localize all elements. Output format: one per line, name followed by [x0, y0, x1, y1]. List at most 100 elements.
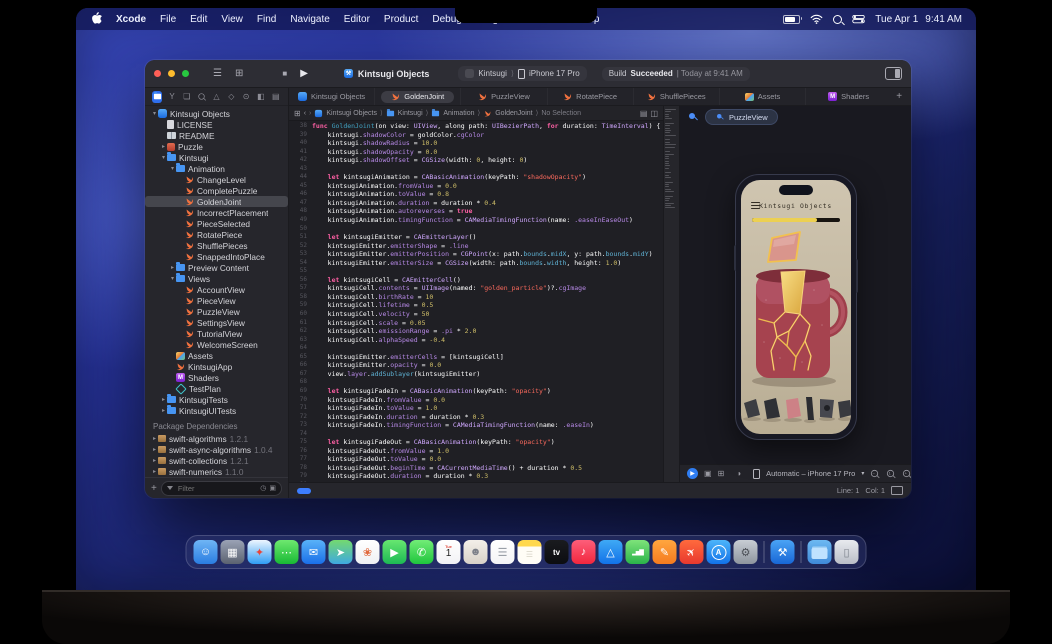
- disclosure-icon[interactable]: ▾: [169, 275, 176, 282]
- pin-icon[interactable]: [688, 112, 698, 122]
- tab-shaders[interactable]: MShaders: [805, 88, 891, 105]
- phone-icon[interactable]: ✆: [410, 540, 434, 564]
- add-file-button[interactable]: +: [151, 483, 157, 494]
- reports-navigator-icon[interactable]: ▤: [271, 91, 281, 103]
- xcode-icon[interactable]: ⚒: [771, 540, 795, 564]
- tab-puzzleview[interactable]: PuzzleView: [460, 88, 546, 105]
- breakpoints-navigator-icon[interactable]: ◧: [256, 91, 266, 103]
- disclosure-icon[interactable]: ▾: [160, 154, 167, 161]
- filter-input[interactable]: [176, 483, 240, 494]
- zoom-out-icon[interactable]: −: [870, 469, 879, 478]
- menu-item-find[interactable]: Find: [250, 14, 283, 25]
- debug-navigator-icon[interactable]: ⊙: [241, 91, 251, 103]
- rocket-icon[interactable]: ✈: [680, 540, 704, 564]
- system-settings-icon[interactable]: ⚙: [734, 540, 758, 564]
- disclosure-icon[interactable]: ▸: [160, 396, 167, 403]
- source-editor[interactable]: ⊞ ‹ › Kintsugi Objects⟩Kintsugi⟩Animatio…: [289, 106, 663, 482]
- source-control-navigator-icon[interactable]: Y: [167, 91, 177, 103]
- maps-icon[interactable]: ➤: [329, 540, 353, 564]
- disclosure-icon[interactable]: ▾: [169, 165, 176, 172]
- music-icon[interactable]: ♪: [572, 540, 596, 564]
- keyboard-icon[interactable]: [891, 486, 903, 495]
- package-item-swift-numerics[interactable]: ▸swift-numerics1.1.0: [145, 466, 288, 477]
- trash-icon[interactable]: ▯: [835, 540, 859, 564]
- run-button[interactable]: ▶: [297, 68, 311, 80]
- menu-item-view[interactable]: View: [214, 14, 250, 25]
- minimap[interactable]: [663, 106, 680, 482]
- forward-icon[interactable]: ›: [309, 110, 311, 117]
- filter-recent-icon[interactable]: ◷: [260, 484, 266, 492]
- package-item-swift-collections[interactable]: ▸swift-collections1.2.1: [145, 455, 288, 466]
- preview-pin-pill[interactable]: PuzzleView: [705, 109, 778, 125]
- breadcrumb-item-kintsugi[interactable]: Kintsugi: [386, 110, 423, 117]
- split-editor-icon[interactable]: ◫: [650, 109, 658, 118]
- breadcrumb-item-no-selection[interactable]: No Selection: [541, 110, 581, 117]
- close-button[interactable]: [154, 70, 161, 77]
- disclosure-icon[interactable]: ▸: [160, 407, 167, 414]
- messages-icon[interactable]: ⋯: [275, 540, 299, 564]
- control-center-icon[interactable]: [852, 14, 865, 24]
- sidebar-item-kintsugiuitests[interactable]: ▸KintsugiUITests: [145, 405, 288, 416]
- sidebar-item-testplan[interactable]: TestPlan: [145, 383, 288, 394]
- sidebar-item-pieceselected[interactable]: PieceSelected: [145, 218, 288, 229]
- editor-layout-icon[interactable]: [885, 67, 902, 80]
- pages-icon[interactable]: ✎: [653, 540, 677, 564]
- breadcrumb-item-kintsugi-objects[interactable]: Kintsugi Objects: [314, 109, 377, 118]
- sidebar-item-preview-content[interactable]: ▸Preview Content: [145, 262, 288, 273]
- menu-item-file[interactable]: File: [153, 14, 183, 25]
- launchpad-icon[interactable]: ▦: [221, 540, 245, 564]
- tab-rotatepiece[interactable]: RotatePiece: [547, 88, 633, 105]
- zoom-button[interactable]: [182, 70, 189, 77]
- disclosure-icon[interactable]: ▸: [160, 143, 167, 150]
- numbers-icon[interactable]: ▂▅▇: [626, 540, 650, 564]
- tv-icon[interactable]: tv: [545, 540, 569, 564]
- package-item-swift-algorithms[interactable]: ▸swift-algorithms1.2.1: [145, 433, 288, 444]
- bookmarks-navigator-icon[interactable]: ❏: [182, 91, 192, 103]
- filter-scm-icon[interactable]: ▣: [269, 484, 276, 492]
- zoom-in-icon[interactable]: +: [902, 469, 911, 478]
- minimize-button[interactable]: [168, 70, 175, 77]
- contacts-icon[interactable]: ☻: [464, 540, 488, 564]
- find-navigator-icon[interactable]: [196, 91, 206, 103]
- sidebar-item-kintsugitests[interactable]: ▸KintsugiTests: [145, 394, 288, 405]
- preview-destination[interactable]: Automatic – iPhone 17 Pro: [766, 469, 855, 478]
- mail-icon[interactable]: ✉: [302, 540, 326, 564]
- breadcrumb-item-goldenjoint[interactable]: GoldenJoint: [483, 109, 532, 118]
- tab-goldenjoint[interactable]: GoldenJoint: [374, 88, 460, 105]
- menu-item-product[interactable]: Product: [377, 14, 425, 25]
- tab-assets[interactable]: Assets: [719, 88, 805, 105]
- sidebar-item-pieceview[interactable]: PieceView: [145, 295, 288, 306]
- code-area[interactable]: 38func GoldenJoint(on view: UIView, alon…: [289, 121, 663, 482]
- sidebar-item-shaders[interactable]: MShaders: [145, 372, 288, 383]
- photos-icon[interactable]: ❀: [356, 540, 380, 564]
- sidebar-item-assets[interactable]: Assets: [145, 350, 288, 361]
- device-settings-icon[interactable]: ▣: [704, 470, 712, 478]
- sidebar-item-license[interactable]: LICENSE: [145, 119, 288, 130]
- sidebar-item-kintsugi[interactable]: ▾Kintsugi: [145, 152, 288, 163]
- sidebar-item-completepuzzle[interactable]: CompletePuzzle: [145, 185, 288, 196]
- stop-button[interactable]: ■: [279, 69, 290, 79]
- battery-icon[interactable]: [783, 15, 800, 24]
- package-item-swift-async-algorithms[interactable]: ▸swift-async-algorithms1.0.4: [145, 444, 288, 455]
- notes-icon[interactable]: ☰: [518, 540, 542, 564]
- scheme-selector[interactable]: Kintsugi ⟩ iPhone 17 Pro: [458, 66, 586, 81]
- activity-status[interactable]: Build Succeeded | Today at 9:41 AM: [602, 67, 750, 81]
- apple-menu[interactable]: [90, 12, 109, 27]
- sidebar-item-views[interactable]: ▾Views: [145, 273, 288, 284]
- back-icon[interactable]: ‹: [304, 110, 306, 117]
- tab-kintsugi-objects[interactable]: Kintsugi Objects: [289, 88, 374, 105]
- app-store-icon[interactable]: A: [707, 540, 731, 564]
- iphone-screen[interactable]: Kintsugi Objects: [741, 180, 851, 434]
- tab-overview-icon[interactable]: ⊞: [232, 68, 246, 80]
- disclosure-icon[interactable]: ▸: [151, 446, 158, 453]
- disclosure-icon[interactable]: ▸: [151, 468, 158, 475]
- variants-grid-icon[interactable]: ⊞: [718, 470, 725, 478]
- sidebar-item-accountview[interactable]: AccountView: [145, 284, 288, 295]
- add-tab-button[interactable]: +: [891, 91, 907, 102]
- tab-shufflepieces[interactable]: ShufflePieces: [633, 88, 719, 105]
- sidebar-item-settingsview[interactable]: SettingsView: [145, 317, 288, 328]
- reminders-icon[interactable]: ☰: [491, 540, 515, 564]
- sidebar-item-goldenjoint[interactable]: GoldenJoint: [145, 196, 288, 207]
- tests-navigator-icon[interactable]: ◇: [226, 91, 236, 103]
- live-preview-button[interactable]: ▶: [687, 468, 698, 479]
